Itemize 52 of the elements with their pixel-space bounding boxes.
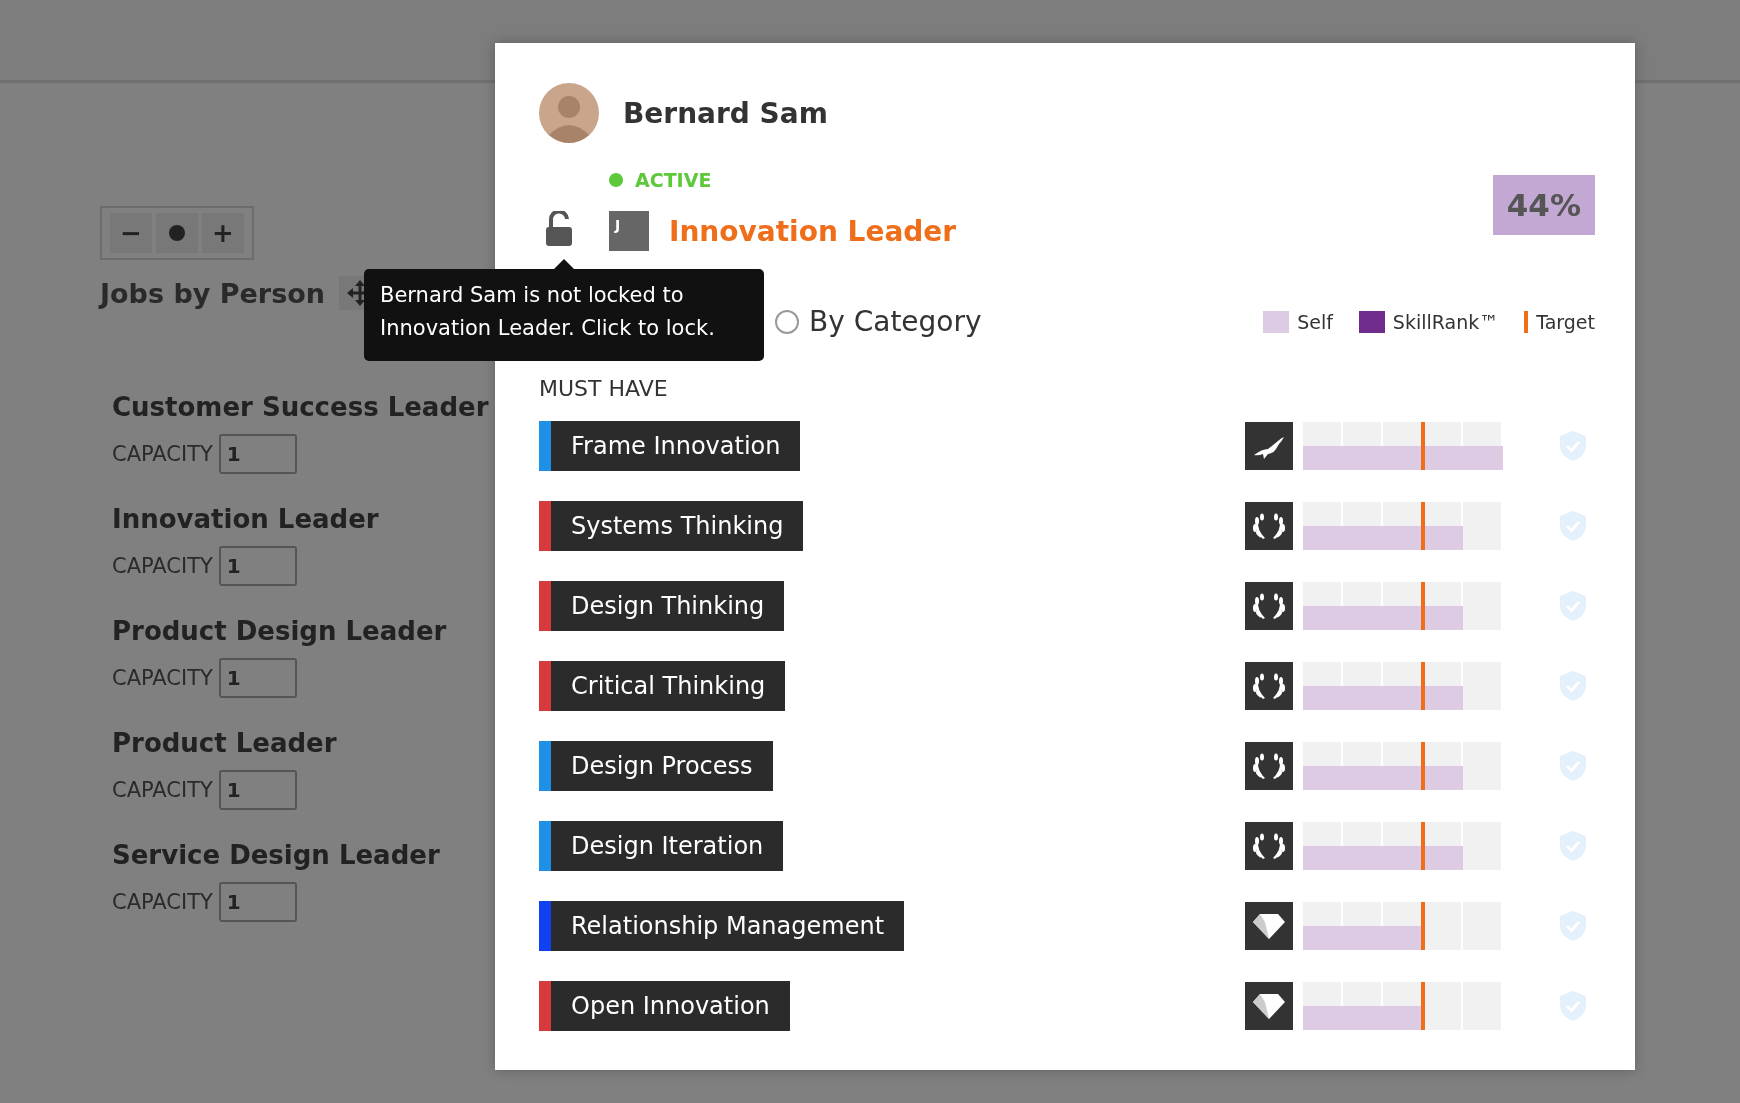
avatar-icon <box>539 83 599 143</box>
person-name: Bernard Sam <box>623 96 828 130</box>
skill-tag[interactable]: Critical Thinking <box>539 661 786 711</box>
capacity-label: CAPACITY <box>112 554 213 578</box>
shield-check-icon <box>1559 750 1587 782</box>
job-title: Product Design Leader <box>112 616 447 646</box>
zoom-reset-button[interactable] <box>156 213 198 253</box>
shield-check-icon <box>1559 430 1587 462</box>
legend-label: Self <box>1297 310 1333 333</box>
skill-tag[interactable]: Systems Thinking <box>539 501 804 551</box>
capacity-label: CAPACITY <box>112 778 213 802</box>
capacity-label: CAPACITY <box>112 442 213 466</box>
skill-tag[interactable]: Frame Innovation <box>539 421 801 471</box>
status-label: ACTIVE <box>635 169 712 191</box>
capacity-label: CAPACITY <box>112 666 213 690</box>
dot-icon <box>168 224 186 242</box>
section-title: Jobs by Person <box>100 277 325 309</box>
tooltip-text: Bernard Sam is not locked to Innovation Leader. Click to lock. <box>380 282 716 342</box>
capacity-label: CAPACITY <box>112 890 213 914</box>
job-title: Customer Success Leader <box>112 392 489 422</box>
status-dot-icon <box>609 173 623 187</box>
shield-check-icon <box>1559 590 1587 622</box>
unlocked-icon <box>545 211 573 247</box>
shield-check-icon <box>1559 990 1587 1022</box>
job-initial: J <box>609 211 649 251</box>
diamond-icon <box>1251 911 1287 941</box>
zoom-in-button[interactable]: + <box>202 213 244 253</box>
job-title: Service Design Leader <box>112 840 440 870</box>
view-radio[interactable]: By Category <box>775 305 982 338</box>
job-title: Product Leader <box>112 728 337 758</box>
capacity-field[interactable]: 1 <box>218 770 297 810</box>
skill-tag[interactable]: Design Thinking <box>539 581 785 631</box>
section-heading: MUST HAVE <box>539 376 669 401</box>
skill-tag[interactable]: Relationship Management <box>539 901 905 951</box>
skill-tag[interactable]: Design Process <box>539 741 773 791</box>
legend-label: Target <box>1536 310 1595 333</box>
shield-check-icon <box>1559 830 1587 862</box>
shield-check-icon <box>1559 910 1587 942</box>
match-badge: 44% <box>1492 175 1595 235</box>
capacity-field[interactable]: 1 <box>218 658 297 698</box>
job-title: Innovation Leader <box>112 504 379 534</box>
shield-check-icon <box>1559 510 1587 542</box>
shield-check-icon <box>1559 670 1587 702</box>
capacity-field[interactable]: 1 <box>218 434 297 474</box>
diamond-icon <box>1251 991 1287 1021</box>
capacity-field[interactable]: 1 <box>218 546 297 586</box>
capacity-field[interactable]: 1 <box>218 882 297 922</box>
skill-tag[interactable]: Design Iteration <box>539 821 784 871</box>
skill-tag[interactable]: Open Innovation <box>539 981 790 1031</box>
job-title: Innovation Leader <box>669 214 957 248</box>
legend-label: SkillRank™ <box>1392 310 1499 333</box>
zoom-out-button[interactable]: − <box>110 213 152 253</box>
